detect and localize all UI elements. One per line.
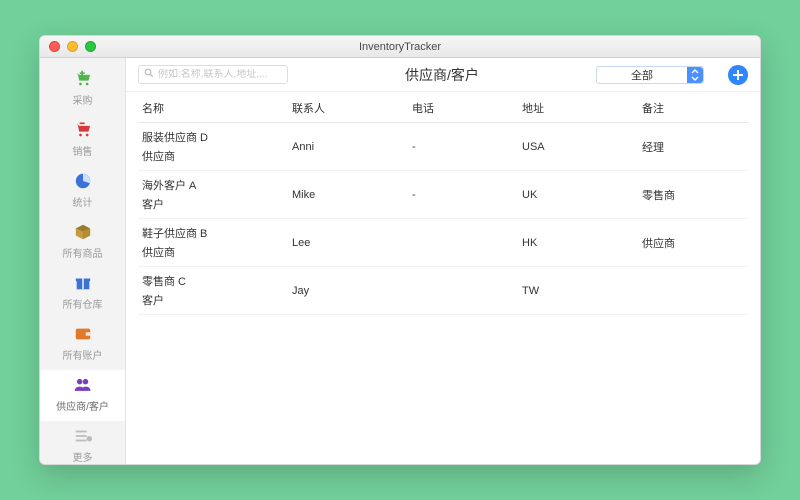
sidebar-item-warehouses[interactable]: 所有仓库 [40,268,125,319]
cell-address: UK [518,171,638,219]
sidebar-item-label: 所有账户 [63,347,103,362]
sidebar-item-label: 所有商品 [63,245,103,260]
cell-note: 零售商 [638,171,748,219]
chevron-updown-icon [687,67,703,83]
sidebar: 采购 销售 统计 [40,58,126,464]
sidebar-item-label: 统计 [73,194,93,209]
sidebar-item-purchase[interactable]: 采购 [40,64,125,115]
row-name: 零售商 C [142,273,284,289]
col-contact[interactable]: 联系人 [288,92,408,123]
sidebar-item-label: 供应商/客户 [56,398,109,413]
sidebar-item-sales[interactable]: 销售 [40,115,125,166]
users-icon [73,376,93,394]
table-row[interactable]: 零售商 C 客户Jay TW [138,267,748,315]
close-icon[interactable] [49,41,60,52]
row-type: 客户 [142,292,284,308]
pie-chart-icon [73,172,93,190]
sidebar-item-accounts[interactable]: 所有账户 [40,319,125,370]
window-title: InventoryTracker [40,41,760,53]
contacts-table: 名称 联系人 电话 地址 备注 服装供应商 D供应商Anni-USA经理海外客户… [138,92,748,315]
cell-name: 零售商 C 客户 [138,267,288,315]
add-button[interactable] [728,65,748,85]
cell-address: USA [518,123,638,171]
sidebar-item-stats[interactable]: 统计 [40,166,125,217]
cell-contact: Lee [288,219,408,267]
cell-note: 供应商 [638,219,748,267]
col-name[interactable]: 名称 [138,92,288,123]
page-title: 供应商/客户 [298,65,586,85]
sidebar-item-contacts[interactable]: 供应商/客户 [40,370,125,421]
main-pane: 供应商/客户 全部 名称 联系人 [126,58,760,464]
cell-contact: Mike [288,171,408,219]
cell-phone: - [408,171,518,219]
row-name: 服装供应商 D [142,129,284,145]
cell-phone: - [408,123,518,171]
col-address[interactable]: 地址 [518,92,638,123]
cell-address: TW [518,267,638,315]
table-header-row: 名称 联系人 电话 地址 备注 [138,92,748,123]
cart-minus-icon [73,121,93,139]
toolbar: 供应商/客户 全部 [126,58,760,92]
sidebar-item-label: 所有仓库 [63,296,103,311]
table-row[interactable]: 服装供应商 D 供应商Anni-USA经理 [138,123,748,171]
window-controls [40,41,96,52]
cell-address: HK [518,219,638,267]
cell-phone [408,219,518,267]
search-icon [144,68,154,81]
sidebar-item-label: 更多 [73,449,93,464]
sidebar-item-label: 销售 [73,143,93,158]
plus-icon [732,69,744,81]
cell-note: 经理 [638,123,748,171]
cart-plus-icon [73,70,93,88]
table-row[interactable]: 鞋子供应商 B供应商LeeHK供应商 [138,219,748,267]
cell-name: 服装供应商 D 供应商 [138,123,288,171]
box-icon [73,223,93,241]
col-phone[interactable]: 电话 [408,92,518,123]
titlebar: InventoryTracker [40,36,760,58]
row-name: 海外客户 A [142,177,284,193]
row-name: 鞋子供应商 B [142,225,284,241]
window-body: 采购 销售 统计 [40,58,760,464]
cell-contact: Jay [288,267,408,315]
app-window: InventoryTracker 采购 [39,35,761,465]
cell-name: 海外客户 A 客户 [138,171,288,219]
gift-icon [73,274,93,292]
sidebar-item-label: 采购 [73,92,93,107]
sidebar-item-more[interactable]: 更多 [40,421,125,465]
row-type: 供应商 [142,244,284,260]
more-icon [73,427,93,445]
filter-selected-value: 全部 [631,67,653,83]
table-row[interactable]: 海外客户 A 客户Mike-UK零售商 [138,171,748,219]
contacts-table-wrap: 名称 联系人 电话 地址 备注 服装供应商 D供应商Anni-USA经理海外客户… [126,92,760,464]
minimize-icon[interactable] [67,41,78,52]
cell-phone [408,267,518,315]
col-note[interactable]: 备注 [638,92,748,123]
row-type: 客户 [142,196,284,212]
cell-note [638,267,748,315]
search-input-wrap[interactable] [138,65,288,84]
cell-contact: Anni [288,123,408,171]
search-input[interactable] [158,69,290,80]
cell-name: 鞋子供应商 B 供应商 [138,219,288,267]
wallet-icon [73,325,93,343]
row-type: 供应商 [142,148,284,164]
sidebar-item-products[interactable]: 所有商品 [40,217,125,268]
zoom-icon[interactable] [85,41,96,52]
filter-select[interactable]: 全部 [596,66,704,84]
